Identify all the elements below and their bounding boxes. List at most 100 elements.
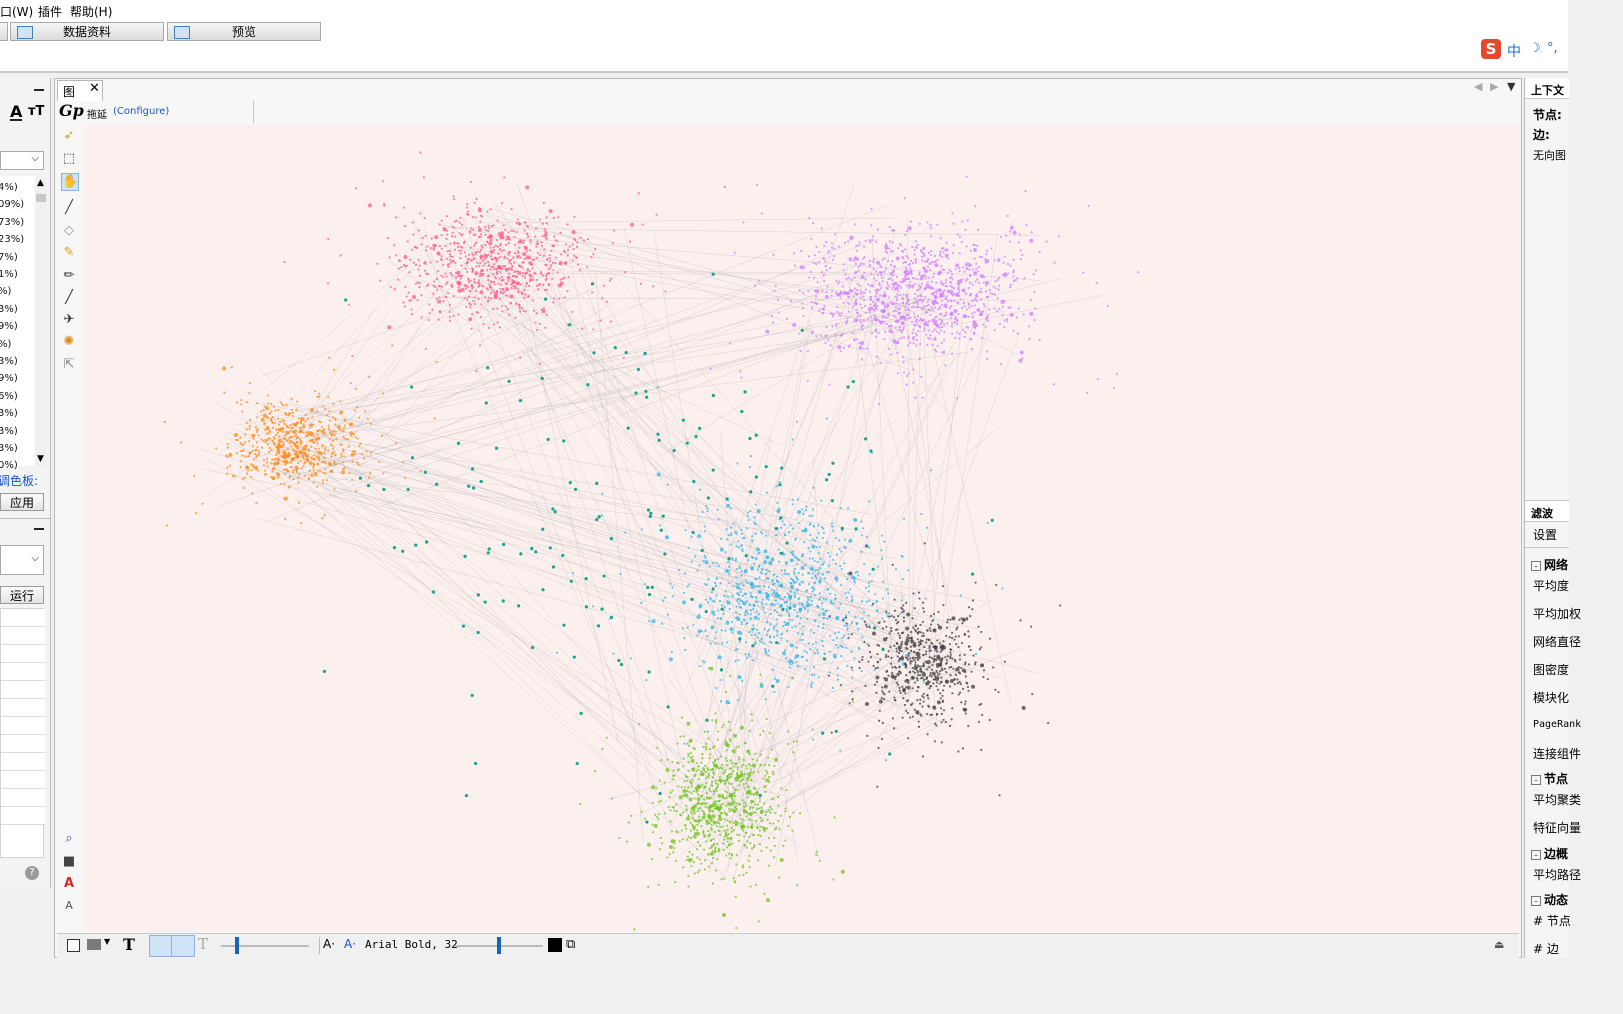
overview-tab-button[interactable] xyxy=(0,22,8,41)
expand-icon[interactable]: ⏏ xyxy=(1494,938,1504,951)
partition-item[interactable]: 6%) xyxy=(0,391,18,402)
pencil-icon[interactable]: ✏ xyxy=(61,268,77,284)
data-laboratory-button[interactable]: 数据资料 xyxy=(10,22,164,41)
label-settings-icon[interactable]: ⧉ xyxy=(566,937,575,952)
tab-list-dropdown-icon[interactable]: ▼ xyxy=(1507,80,1515,93)
painter-icon[interactable]: ✎ xyxy=(61,245,77,261)
screenshot-icon[interactable] xyxy=(87,939,101,950)
panel-divider xyxy=(0,518,50,519)
label-size-icon[interactable]: A xyxy=(61,898,77,914)
partition-item[interactable]: 3%) xyxy=(0,356,18,367)
table-row[interactable] xyxy=(1,807,45,825)
zoom-icon[interactable]: ⌕ xyxy=(61,831,77,847)
table-row[interactable] xyxy=(1,753,45,771)
partition-item[interactable]: 0%) xyxy=(0,460,18,471)
partition-item[interactable]: 4%) xyxy=(0,182,18,193)
scroll-up-icon[interactable]: ▲ xyxy=(37,178,44,188)
graph-canvas[interactable] xyxy=(83,125,1520,932)
label-size-slider-thumb[interactable] xyxy=(497,937,501,954)
partition-item[interactable]: 1%) xyxy=(0,269,18,280)
sogou-logo-icon: S xyxy=(1481,39,1501,59)
screenshot-dropdown-icon[interactable]: ▼ xyxy=(104,937,110,946)
configure-link[interactable]: (Configure) xyxy=(113,106,169,117)
dynamic-section[interactable]: – 动态 xyxy=(1531,891,1568,908)
tab-nav-right-icon[interactable]: ▶ xyxy=(1490,80,1498,93)
partition-item[interactable]: 23%) xyxy=(0,234,24,245)
node-cluster xyxy=(579,666,855,931)
tab-filters[interactable]: 滤波 xyxy=(1525,500,1569,522)
settings-label[interactable]: 设置 xyxy=(1533,526,1557,543)
table-row[interactable] xyxy=(1,663,45,681)
partition-item[interactable]: 3%) xyxy=(0,408,18,419)
show-nodes-checkbox[interactable] xyxy=(67,939,80,952)
edge-section[interactable]: – 边概 xyxy=(1531,845,1568,862)
stat-connected-components: 连接组件 xyxy=(1533,747,1582,761)
partition-dropdown[interactable]: ⌵ xyxy=(0,151,44,170)
layout-dropdown[interactable]: ⌵ xyxy=(0,545,44,575)
list-scrollbar[interactable]: ▲ ▼ xyxy=(35,178,47,468)
font-color-icon[interactable]: A· xyxy=(344,937,356,951)
background-color-icon[interactable]: ■ xyxy=(61,854,77,870)
brush-icon[interactable]: ╱ xyxy=(61,200,77,216)
table-row[interactable] xyxy=(1,735,45,753)
tab-nav-left-icon[interactable]: ◀ xyxy=(1474,80,1482,93)
heatmap-icon[interactable]: ✺ xyxy=(61,334,77,350)
partition-item[interactable]: 3%) xyxy=(0,443,18,454)
table-row[interactable] xyxy=(1,699,45,717)
scroll-down-icon[interactable]: ▼ xyxy=(37,454,44,464)
shortest-path-icon[interactable]: ✈ xyxy=(61,312,77,328)
label-color-swatch[interactable] xyxy=(548,938,562,952)
edge-label-icon[interactable]: T xyxy=(198,935,208,953)
table-row[interactable] xyxy=(1,771,45,789)
text-size-icon[interactable]: тT xyxy=(28,104,44,119)
palette-link[interactable]: 调色板: xyxy=(0,472,38,489)
partition-item[interactable]: %) xyxy=(0,286,11,297)
network-visualization[interactable] xyxy=(83,125,1520,932)
diamond-icon[interactable]: ◇ xyxy=(61,223,77,239)
scroll-thumb[interactable] xyxy=(36,194,46,202)
table-row[interactable] xyxy=(1,609,45,627)
edge-pencil-icon[interactable]: ╱ xyxy=(61,290,77,306)
table-row[interactable] xyxy=(1,627,45,645)
font-label[interactable]: Arial Bold, 32 xyxy=(365,938,458,951)
partition-item[interactable]: 7%) xyxy=(0,252,18,263)
node-section[interactable]: – 节点 xyxy=(1531,770,1568,787)
edit-help-icon[interactable]: ⇱ xyxy=(61,357,77,373)
graph-bottom-toolbar: ▼ T T A· A· Arial Bold, 32 ⧉ ⏏ xyxy=(57,933,1519,958)
partition-item[interactable]: 73%) xyxy=(0,217,24,228)
font-size-icon[interactable]: A· xyxy=(323,937,335,951)
table-row[interactable] xyxy=(1,717,45,735)
preview-button[interactable]: 预览 xyxy=(167,22,321,41)
partition-item[interactable]: 09%) xyxy=(0,199,24,210)
table-row[interactable] xyxy=(1,681,45,699)
edges-count-label: 边: xyxy=(1533,128,1550,142)
partition-item[interactable]: 9%) xyxy=(0,373,18,384)
run-button[interactable]: 运行 xyxy=(0,586,44,604)
apply-button[interactable]: 应用 xyxy=(0,493,44,511)
rectangle-select-icon[interactable]: ⬚ xyxy=(61,151,77,167)
close-icon[interactable]: ✕ xyxy=(89,81,100,96)
partition-item[interactable]: 3%) xyxy=(0,304,18,315)
edge-color-icon[interactable] xyxy=(171,935,195,957)
edge-weight-slider-thumb[interactable] xyxy=(235,937,239,954)
minimize-icon-2[interactable] xyxy=(34,528,44,530)
label-color-icon[interactable]: A xyxy=(61,876,77,892)
help-icon[interactable]: ? xyxy=(25,866,39,880)
partition-item[interactable]: 9%) xyxy=(0,321,18,332)
menu-plugins[interactable]: 插件 xyxy=(38,3,62,20)
partition-item[interactable]: 3%) xyxy=(0,426,18,437)
network-section[interactable]: – 网络 xyxy=(1531,556,1568,573)
minimize-icon[interactable] xyxy=(34,89,44,91)
table-row[interactable] xyxy=(1,645,45,663)
menu-window[interactable]: 口(W) xyxy=(0,3,33,20)
tab-context[interactable]: 上下文 xyxy=(1525,78,1569,99)
menu-help[interactable]: 帮助(H) xyxy=(70,3,112,20)
partition-item[interactable]: %) xyxy=(0,339,11,350)
table-row[interactable] xyxy=(1,789,45,807)
pointer-icon[interactable]: ➶ xyxy=(61,128,77,144)
edges-toggle-icon[interactable] xyxy=(149,935,173,957)
text-tool-icon[interactable]: T xyxy=(123,935,135,954)
ime-indicator[interactable]: S 中 ☽ °, xyxy=(1473,37,1568,63)
tab-graph[interactable]: 图 ✕ xyxy=(57,80,103,101)
drag-hand-icon[interactable]: ✋ xyxy=(61,173,79,191)
